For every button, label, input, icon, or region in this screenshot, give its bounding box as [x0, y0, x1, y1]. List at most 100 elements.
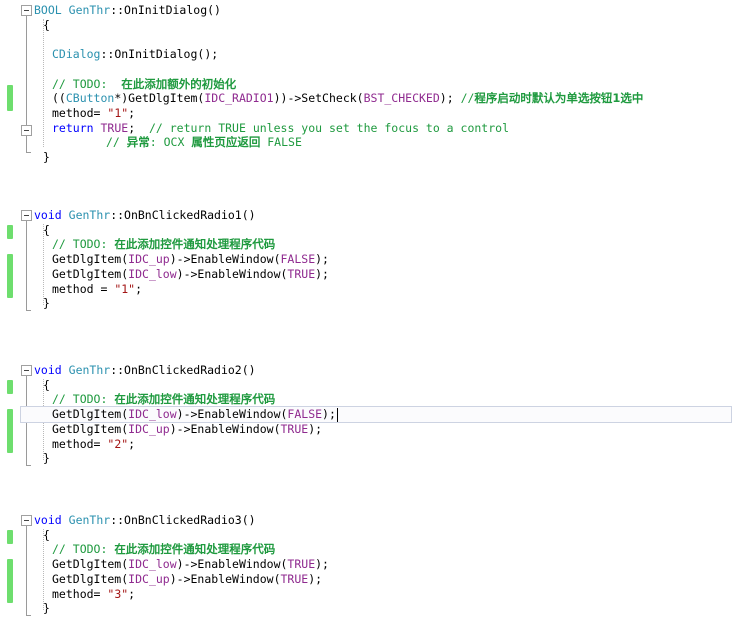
- code-token: );: [322, 407, 336, 422]
- code-token: method=: [52, 105, 108, 120]
- code-token: FALSE: [280, 252, 316, 267]
- collapse-minus-box-icon[interactable]: [21, 365, 32, 376]
- change-bar-marker: [7, 559, 13, 603]
- code-token: ;: [135, 281, 143, 296]
- code-token: GenThr: [68, 363, 111, 377]
- code-token: 在此添加控件通知处理程序代码: [114, 542, 276, 557]
- code-token: )->EnableWindow(: [176, 266, 288, 281]
- code-token: GetDlgItem(: [52, 407, 129, 422]
- change-bar-marker: [7, 254, 13, 298]
- code-token: method=: [52, 436, 108, 451]
- code-token: ::OnInitDialog();: [100, 47, 219, 62]
- code-token: GetDlgItem(: [52, 571, 129, 586]
- code-token: 程序启动时默认为单选按钮1选中: [474, 91, 644, 106]
- code-token: "1": [107, 105, 129, 120]
- code-token: TRUE: [280, 421, 309, 436]
- code-token: BOOL: [34, 3, 62, 17]
- code-token: void: [34, 513, 62, 527]
- gutter-scope-end-cap: [26, 465, 31, 466]
- code-token: {: [43, 527, 50, 542]
- code-token: GetDlgItem(: [52, 252, 129, 267]
- code-token: {: [43, 17, 50, 32]
- code-token: 属性页应返回: [191, 135, 261, 150]
- code-token: )->EnableWindow(: [176, 407, 288, 422]
- code-token: GetDlgItem(: [52, 266, 129, 281]
- code-token: ))->SetCheck(: [273, 91, 364, 106]
- code-token: IDC_up: [128, 571, 170, 586]
- code-token: )->EnableWindow(: [169, 571, 281, 586]
- text-caret: [336, 408, 338, 423]
- code-token: ((: [52, 91, 66, 106]
- code-token: : OCX: [149, 135, 192, 150]
- code-token: // TODO:: [52, 76, 122, 91]
- code-token: "1": [114, 281, 136, 296]
- code-token: // return TRUE unless you set the focus …: [148, 120, 509, 135]
- code-token: IDC_low: [128, 407, 177, 422]
- collapse-minus-box-icon[interactable]: [21, 210, 32, 221]
- code-token: TRUE: [280, 571, 309, 586]
- collapse-minus-box-icon[interactable]: [21, 125, 32, 136]
- code-token: CDialog: [52, 47, 101, 62]
- gutter-scope-end-cap: [26, 310, 31, 311]
- code-token: IDC_RADIO1: [204, 91, 274, 106]
- code-token: }: [43, 296, 50, 311]
- code-token: {: [43, 377, 50, 392]
- code-token: "3": [107, 586, 129, 601]
- code-token: void: [34, 363, 62, 377]
- gutter-scope-line: [26, 522, 27, 615]
- code-token: TRUE: [287, 557, 316, 572]
- code-token: }: [43, 601, 50, 616]
- code-editor-surface[interactable]: BOOL GenThr::OnInitDialog(){CDialog::OnI…: [0, 0, 732, 638]
- change-bar-marker: [7, 380, 13, 394]
- code-token: method=: [52, 586, 108, 601]
- gutter-scope-end-cap: [26, 152, 31, 153]
- code-token: GenThr: [68, 3, 111, 17]
- collapse-minus-box-icon[interactable]: [21, 515, 32, 526]
- code-token: )->EnableWindow(: [176, 557, 288, 572]
- code-token: void: [34, 208, 62, 222]
- code-token: ;: [128, 436, 136, 451]
- code-token: 在此添加控件通知处理程序代码: [114, 237, 276, 252]
- change-bar-marker: [7, 530, 13, 544]
- code-token: // TODO:: [52, 392, 115, 407]
- code-token: );: [439, 91, 461, 106]
- code-token: IDC_low: [128, 266, 177, 281]
- code-token: TRUE: [287, 266, 316, 281]
- code-token: CButton: [65, 91, 115, 106]
- code-token: ::OnBnClickedRadio2(): [110, 363, 256, 377]
- code-token: );: [308, 571, 323, 586]
- gutter-scope-end-cap: [26, 615, 31, 616]
- code-token: FALSE: [287, 407, 323, 422]
- collapse-minus-box-icon[interactable]: [21, 5, 32, 16]
- code-token: IDC_low: [128, 557, 177, 572]
- code-token: GetDlgItem(: [52, 421, 129, 436]
- code-token: GetDlgItem(: [52, 557, 129, 572]
- code-token: GenThr: [68, 513, 111, 527]
- code-token: }: [43, 150, 50, 164]
- code-token: 在此添加额外的初始化: [121, 76, 237, 91]
- code-token: ::OnInitDialog(): [110, 3, 221, 17]
- code-token: );: [308, 421, 323, 436]
- code-token: 异常: [126, 135, 150, 150]
- code-token: );: [315, 266, 329, 281]
- code-token: );: [315, 557, 329, 572]
- gutter-scope-line: [26, 217, 27, 310]
- code-token: 在此添加控件通知处理程序代码: [114, 392, 276, 407]
- code-token: ;: [128, 105, 136, 120]
- code-token: ;: [128, 120, 149, 135]
- code-token: FALSE: [260, 135, 302, 150]
- code-token: method =: [52, 281, 115, 296]
- code-token: GenThr: [68, 208, 111, 222]
- code-token: //: [106, 135, 127, 150]
- change-bar-marker: [7, 225, 13, 239]
- code-token: ::OnBnClickedRadio3(): [110, 513, 256, 527]
- code-token: {: [43, 222, 50, 237]
- indent-guide: [43, 19, 44, 147]
- code-token: return: [52, 120, 94, 135]
- code-token: // TODO:: [52, 237, 115, 252]
- code-token: "2": [107, 436, 129, 451]
